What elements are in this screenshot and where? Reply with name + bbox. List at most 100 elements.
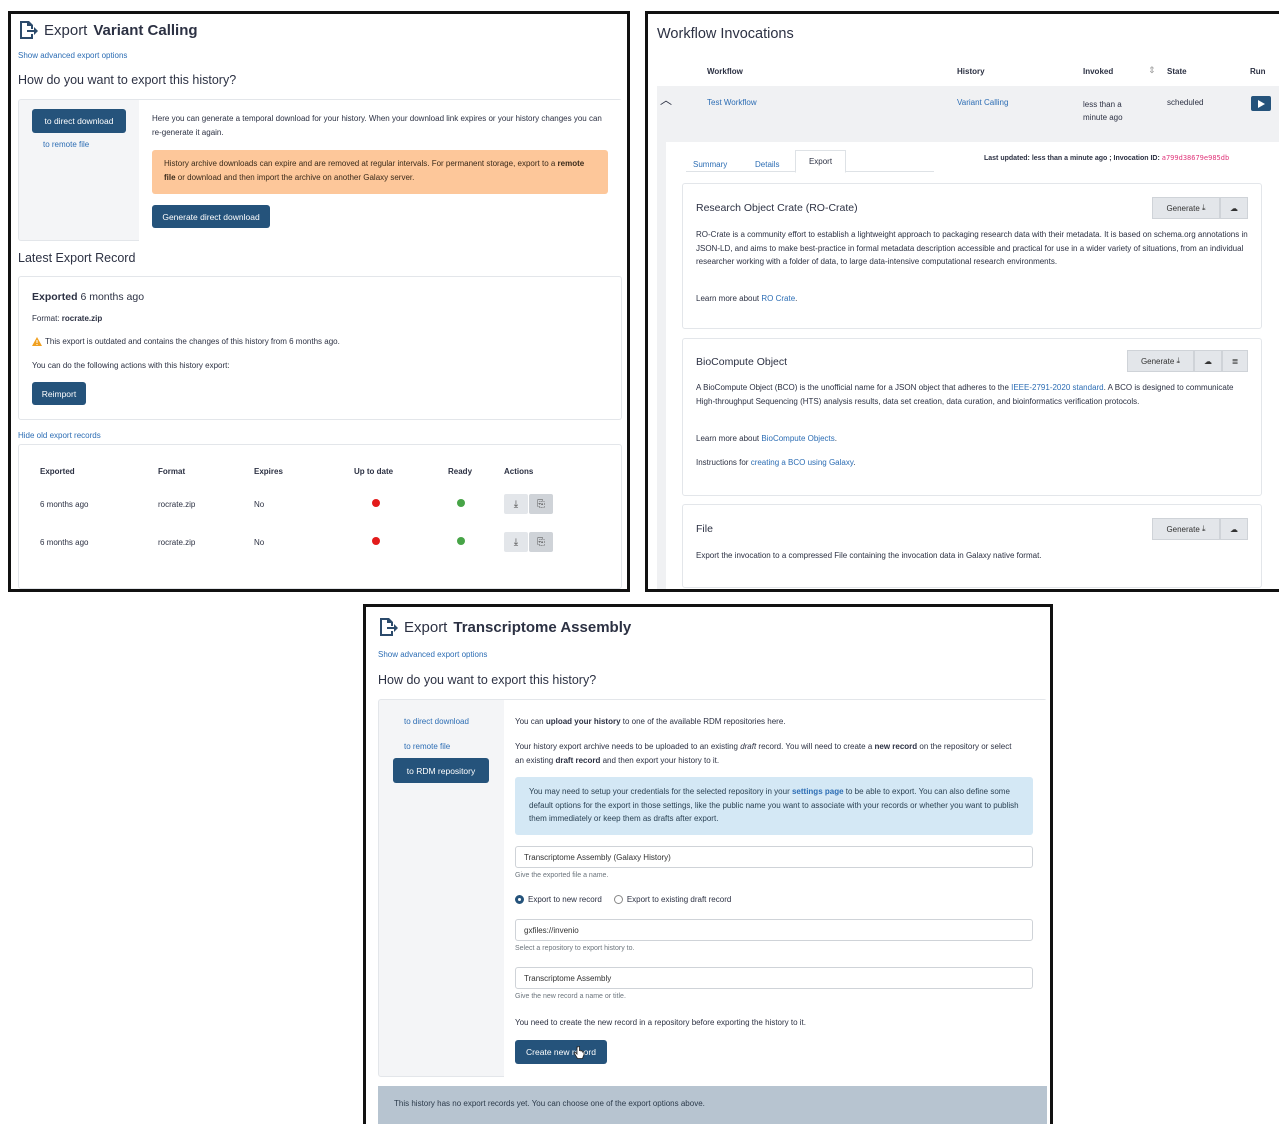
play-icon [1258,99,1265,108]
database-icon[interactable]: ≣ [1222,350,1248,372]
col-invoked[interactable]: Invoked [1083,67,1113,76]
workflow-invocations-panel: Workflow Invocations Workflow History In… [645,11,1279,592]
col-actions: Actions [504,466,534,476]
cloud-upload-icon[interactable]: ☁ [1220,197,1248,219]
col-format: Format [158,466,186,476]
repository-select[interactable]: gxfiles://invenio [515,919,1033,941]
upload-intro: You can upload your history to one of th… [515,717,786,726]
not-up-to-date-icon [372,499,380,507]
bco-card: BioCompute Object Generate ⤓ ☁ ≣ A BioCo… [682,338,1262,496]
export-question: How do you want to export this history? [18,73,237,87]
rdm-content: You can upload your history to one of th… [504,700,1048,1078]
repository-help: Select a repository to export history to… [515,945,635,952]
export-content: Here you can generate a temporal downloa… [139,100,623,242]
old-records-card: Exported Format Expires Up to date Ready… [18,444,622,589]
cloud-upload-icon[interactable]: ☁ [1194,350,1222,372]
sort-icon[interactable]: ⇕ [1148,65,1156,76]
invocation-details: Summary Details Export Last updated: les… [666,142,1279,589]
workflow-link[interactable]: Test Workflow [707,98,757,107]
record-name-input[interactable]: Transcriptome Assembly [515,967,1033,989]
settings-page-link[interactable]: settings page [792,787,844,796]
col-run: Run [1250,67,1266,76]
no-records-alert: This history has no export records yet. … [378,1086,1047,1124]
import-icon[interactable]: ⎘ [529,532,553,552]
export-question: How do you want to export this history? [378,673,597,687]
tab-details[interactable]: Details [755,160,779,169]
record-name-help: Give the new record a name or title. [515,993,626,1000]
tab-direct-download[interactable]: to direct download [404,717,469,726]
file-name-help: Give the exported file a name. [515,872,609,879]
col-state: State [1167,67,1187,76]
export-mode-radios: Export to new record Export to existing … [515,895,731,904]
table-header-row: Exported Format Expires Up to date Ready… [40,457,610,485]
generate-direct-download-button[interactable]: Generate direct download [152,205,270,228]
chevron-up-icon[interactable]: ︿ [660,91,672,108]
table-row: 6 months ago rocrate.zip No ⤓ ⎘ [40,523,610,561]
rocrate-link[interactable]: RO Crate [761,294,795,303]
bco-generate-button[interactable]: Generate ⤓ [1127,350,1194,372]
col-expires: Expires [254,466,283,476]
export-records-table: Exported Format Expires Up to date Ready… [40,457,610,561]
run-button[interactable] [1251,96,1271,111]
advanced-options-link[interactable]: Show advanced export options [378,650,487,659]
radio-existing-record[interactable] [613,895,623,904]
cloud-upload-icon[interactable]: ☁ [1220,518,1248,540]
bco-desc: A BioCompute Object (BCO) is the unoffic… [696,383,1234,406]
download-icon[interactable]: ⤓ [504,532,528,552]
col-ready: Ready [448,466,473,476]
tab-direct-download[interactable]: to direct download [32,109,126,133]
download-icon[interactable]: ⤓ [504,494,528,514]
tab-remote-file[interactable]: to remote file [404,742,450,751]
hide-old-records-link[interactable]: Hide old export records [18,431,101,440]
hand-cursor-icon [573,1045,585,1065]
file-desc: Export the invocation to a compressed Fi… [696,551,1042,560]
rocrate-title: Research Object Crate (RO-Crate) [696,202,858,214]
advanced-options-link[interactable]: Show advanced export options [18,51,127,60]
file-name-input[interactable]: Transcriptome Assembly (Galaxy History) [515,846,1033,868]
tab-remote-file[interactable]: to remote file [43,140,89,149]
file-export-icon [18,20,38,40]
col-workflow: Workflow [707,67,743,76]
create-new-record-button[interactable]: Create new record [515,1040,607,1064]
latest-export-card: Exported 6 months ago Format: rocrate.zi… [18,276,622,420]
rocrate-generate-button[interactable]: Generate ⤓ [1152,197,1220,219]
create-record-note: You need to create the new record in a r… [515,1018,806,1027]
tab-rdm-repository[interactable]: to RDM repository [393,758,489,783]
table-row: 6 months ago rocrate.zip No ⤓ ⎘ [40,485,610,523]
exported-status: Exported 6 months ago [32,291,145,303]
ready-check-icon [457,499,465,507]
actions-intro: You can do the following actions with th… [32,361,230,370]
rocrate-learn-more: Learn more about RO Crate. [696,294,798,303]
rocrate-desc: RO-Crate is a community effort to establ… [696,230,1248,266]
format-line: Format: rocrate.zip [32,314,103,323]
ieee-standard-link[interactable]: IEEE-2791-2020 standard [1011,383,1104,392]
import-icon[interactable]: ⎘ [529,494,553,514]
file-title: File [696,523,713,535]
file-export-icon [378,617,398,637]
bco-title: BioCompute Object [696,356,788,368]
tab-summary[interactable]: Summary [693,160,727,169]
page-title: Export Variant Calling [18,20,198,40]
col-history: History [957,67,985,76]
warning-icon [32,337,42,346]
file-generate-button[interactable]: Generate ⤓ [1152,518,1220,540]
bco-galaxy-link[interactable]: creating a BCO using Galaxy [751,458,854,467]
rocrate-actions: Generate ⤓ ☁ [1152,197,1248,219]
col-up-to-date: Up to date [354,466,394,476]
latest-export-heading: Latest Export Record [18,251,136,265]
radio-new-record[interactable] [515,895,524,904]
bco-objects-link[interactable]: BioCompute Objects [761,434,834,443]
history-link[interactable]: Variant Calling [957,98,1008,107]
tab-bar: Summary Details Export [686,150,934,173]
not-up-to-date-icon [372,537,380,545]
rocrate-card: Research Object Crate (RO-Crate) Generat… [682,183,1262,329]
tab-export[interactable]: Export [795,150,846,173]
invocation-state: scheduled [1167,98,1204,107]
reimport-button[interactable]: Reimport [32,382,86,405]
credentials-info: You may need to setup your credentials f… [515,777,1033,835]
bco-actions: Generate ⤓ ☁ ≣ [1127,350,1248,372]
invoked-time: less than a minute ago [1083,100,1123,122]
export-variant-calling-panel: Export Variant Calling Show advanced exp… [8,11,630,592]
bco-instructions: Instructions for creating a BCO using Ga… [696,458,856,467]
col-exported: Exported [40,466,75,476]
